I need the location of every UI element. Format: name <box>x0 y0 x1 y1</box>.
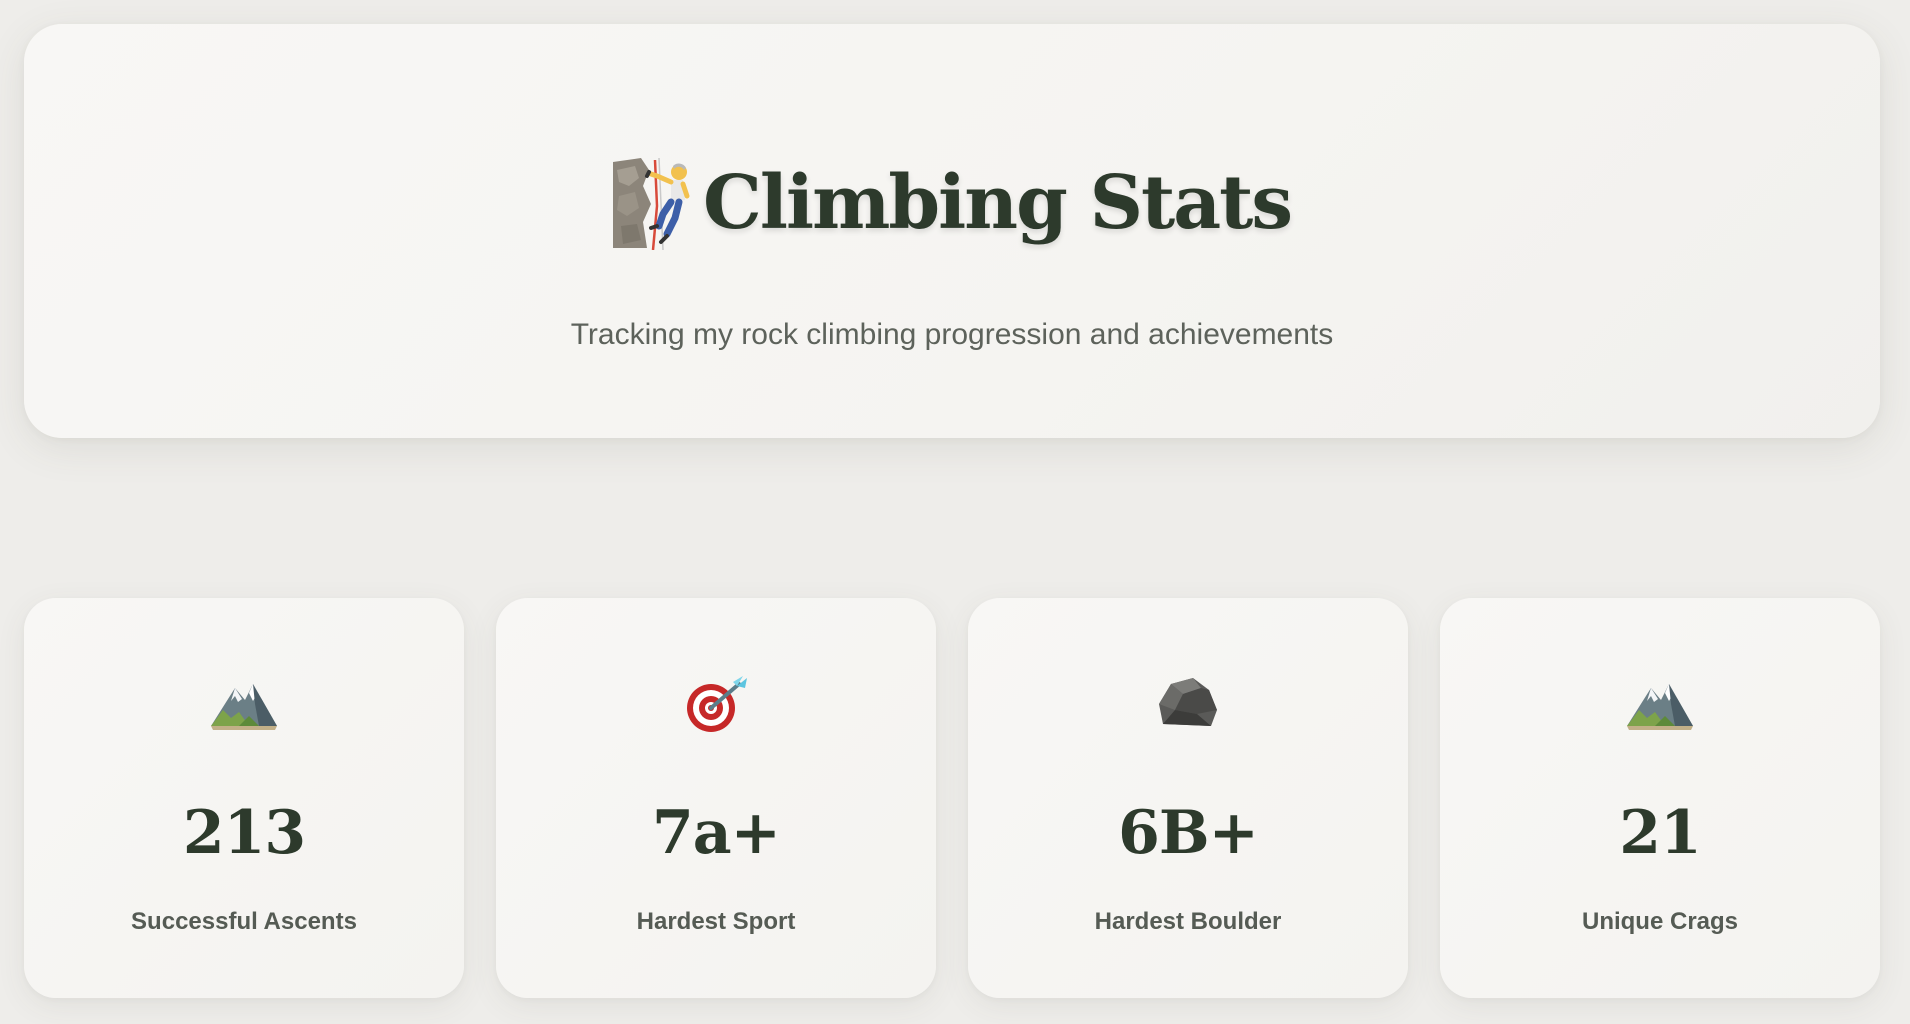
stat-label: Hardest Sport <box>636 908 796 935</box>
hero-card: Climbing Stats Tracking my rock climbing… <box>24 24 1880 438</box>
stat-value: 213 <box>182 798 306 868</box>
page-subtitle: Tracking my rock climbing progression an… <box>570 318 1334 351</box>
mountain-icon <box>1627 684 1693 730</box>
target-icon <box>687 676 747 732</box>
mountain-icon <box>211 684 277 730</box>
stat-value: 6B+ <box>1118 798 1259 868</box>
stat-card-hardest-boulder: 6B+ Hardest Boulder <box>968 598 1408 998</box>
rock-climber-icon <box>613 157 690 250</box>
stats-row: 213 Successful Ascents 7a+ Hardest Sport <box>24 598 1880 998</box>
stat-card-unique-crags: 21 Unique Crags <box>1440 598 1880 998</box>
stat-card-hardest-sport: 7a+ Hardest Sport <box>496 598 936 998</box>
stat-label: Successful Ascents <box>131 908 357 935</box>
stat-label: Hardest Boulder <box>1094 908 1282 935</box>
stat-card-ascents: 213 Successful Ascents <box>24 598 464 998</box>
rock-icon <box>1159 678 1217 726</box>
stat-value: 7a+ <box>652 798 781 868</box>
hero-title-row: Climbing Stats <box>24 156 1880 250</box>
page: Climbing Stats Tracking my rock climbing… <box>0 0 1910 1024</box>
stat-label: Unique Crags <box>1581 908 1739 935</box>
page-title: Climbing Stats <box>703 160 1293 246</box>
stat-value: 21 <box>1619 798 1702 868</box>
